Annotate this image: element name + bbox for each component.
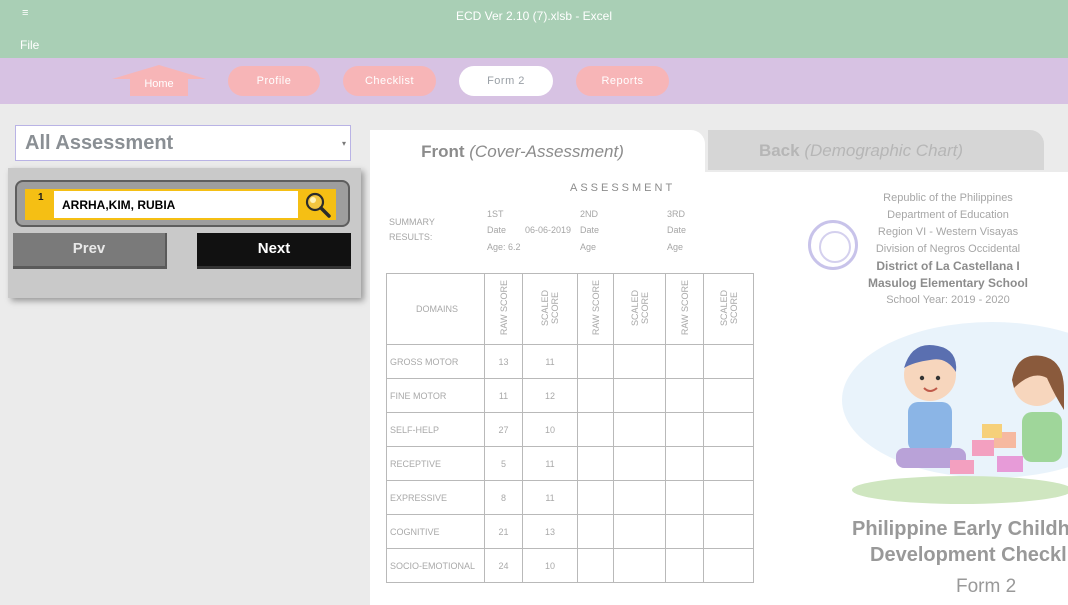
tab-back-label: Back xyxy=(758,141,800,160)
raw-score-header: RAW SCORE xyxy=(590,280,601,336)
tab-front-label: Front xyxy=(421,142,465,161)
children-playing-illustration xyxy=(842,322,1068,504)
table-header-row: DOMAINS RAW SCORE SCALED SCORE RAW SCORE… xyxy=(386,273,754,345)
domain-scores-table: DOMAINS RAW SCORE SCALED SCORE RAW SCORE… xyxy=(386,273,754,583)
assessment-select-value: All Assessment xyxy=(25,132,174,154)
raw-score-cell: 11 xyxy=(484,378,523,413)
search-box: 1 xyxy=(15,180,350,227)
scaled-score-cell: 11 xyxy=(522,344,578,379)
school-name: Masulog Elementary School xyxy=(867,276,1029,290)
file-menu[interactable]: File xyxy=(20,38,39,52)
second-date-label: Date xyxy=(580,225,600,235)
tab-back[interactable]: Back (Demographic Chart) xyxy=(708,130,1044,170)
results-label: RESULTS: xyxy=(389,232,433,242)
third-assessment-label: 3RD xyxy=(667,209,686,219)
domains-header: DOMAINS xyxy=(386,273,485,345)
summary-label: SUMMARY xyxy=(389,217,435,227)
raw-score-cell: 24 xyxy=(484,548,523,583)
window-title: ECD Ver 2.10 (7).xlsb - Excel xyxy=(455,9,613,23)
chevron-down-icon[interactable]: ▾ xyxy=(342,139,346,148)
assessment-heading: ASSESSMENT xyxy=(570,182,676,194)
tab-front[interactable]: Front (Cover-Assessment) xyxy=(370,130,705,172)
scaled-score-cell: 12 xyxy=(522,378,578,413)
nav-profile-button[interactable]: Profile xyxy=(228,66,320,96)
raw-score-cell: 5 xyxy=(484,446,523,481)
table-row: FINE MOTOR 11 12 xyxy=(386,378,754,413)
republic-line: Republic of the Philippines xyxy=(883,192,1013,204)
table-row: SOCIO-EMOTIONAL 24 10 xyxy=(386,548,754,583)
nav-checklist-button[interactable]: Checklist xyxy=(343,66,436,96)
raw-score-header: RAW SCORE xyxy=(679,280,690,336)
domain-cell: COGNITIVE xyxy=(386,514,485,549)
second-age: Age xyxy=(580,242,597,252)
department-line: Department of Education xyxy=(887,209,1009,221)
scaled-score-cell: 13 xyxy=(522,514,578,549)
nav-home-label: Home xyxy=(144,78,174,90)
form2-sheet: ASSESSMENT SUMMARY RESULTS: 1ST Date 06-… xyxy=(370,172,1068,605)
scaled-score-header: SCALED SCORE xyxy=(629,290,650,327)
assessment-select[interactable]: All Assessment ▾ xyxy=(15,125,351,161)
table-row: EXPRESSIVE 8 11 xyxy=(386,480,754,515)
nav-form2-button[interactable]: Form 2 xyxy=(459,66,553,96)
first-date-label: Date xyxy=(487,225,507,235)
domain-cell: EXPRESSIVE xyxy=(386,480,485,515)
row-number: 1 xyxy=(38,192,44,203)
district-line: District of La Castellana I xyxy=(876,259,1020,273)
learner-name-input[interactable] xyxy=(54,191,298,218)
school-year: School Year: 2019 - 2020 xyxy=(886,294,1010,306)
raw-score-cell: 21 xyxy=(484,514,523,549)
scaled-score-cell: 11 xyxy=(522,480,578,515)
raw-score-cell: 27 xyxy=(484,412,523,447)
scaled-score-header: SCALED SCORE xyxy=(718,290,739,327)
checklist-title-line2: Development Checklist xyxy=(870,544,1068,566)
prev-button[interactable]: Prev xyxy=(13,233,167,269)
raw-score-header: RAW SCORE xyxy=(498,280,509,336)
table-row: GROSS MOTOR 13 11 xyxy=(386,344,754,379)
excel-title-bar: ≡ ECD Ver 2.10 (7).xlsb - Excel File xyxy=(0,0,1068,58)
form-label: Form 2 xyxy=(956,576,1017,597)
nav-reports-button[interactable]: Reports xyxy=(576,66,669,96)
table-row: COGNITIVE 21 13 xyxy=(386,514,754,549)
search-icon[interactable] xyxy=(304,191,332,219)
scaled-score-header: SCALED SCORE xyxy=(540,290,560,327)
domain-cell: SOCIO-EMOTIONAL xyxy=(386,548,485,583)
checklist-title: Philippine Early Childhood Development C… xyxy=(852,516,1068,568)
scaled-score-cell: 10 xyxy=(522,548,578,583)
nav-bar: Home Profile Checklist Form 2 Reports xyxy=(0,58,1068,104)
next-button[interactable]: Next xyxy=(197,233,351,269)
domain-cell: GROSS MOTOR xyxy=(386,344,485,379)
scaled-score-cell: 11 xyxy=(522,446,578,481)
second-assessment-label: 2ND xyxy=(580,209,599,219)
checklist-title-line1: Philippine Early Childhood xyxy=(852,518,1068,540)
tab-back-sublabel: (Demographic Chart) xyxy=(804,141,964,160)
first-assessment-label: 1ST xyxy=(487,209,504,219)
domain-cell: SELF-HELP xyxy=(386,412,485,447)
third-age: Age xyxy=(667,242,684,252)
first-date-value: 06-06-2019 xyxy=(525,225,572,235)
learner-search-panel: 1 Prev Next xyxy=(8,168,361,298)
school-header: Republic of the Philippines Department o… xyxy=(828,190,1068,309)
nav-home-button[interactable]: Home xyxy=(112,65,206,97)
domain-cell: RECEPTIVE xyxy=(386,446,485,481)
division-line: Division of Negros Occidental xyxy=(875,243,1021,255)
raw-score-cell: 13 xyxy=(484,344,523,379)
table-row: SELF-HELP 27 10 xyxy=(386,412,754,447)
first-age: Age: 6.2 xyxy=(487,242,521,252)
table-row: RECEPTIVE 5 11 xyxy=(386,446,754,481)
domain-cell: FINE MOTOR xyxy=(386,378,485,413)
region-line: Region VI - Western Visayas xyxy=(877,226,1019,238)
tab-front-sublabel: (Cover-Assessment) xyxy=(469,142,624,161)
home-roof-icon xyxy=(112,65,206,79)
third-date-label: Date xyxy=(667,225,687,235)
raw-score-cell: 8 xyxy=(484,480,523,515)
scaled-score-cell: 10 xyxy=(522,412,578,447)
